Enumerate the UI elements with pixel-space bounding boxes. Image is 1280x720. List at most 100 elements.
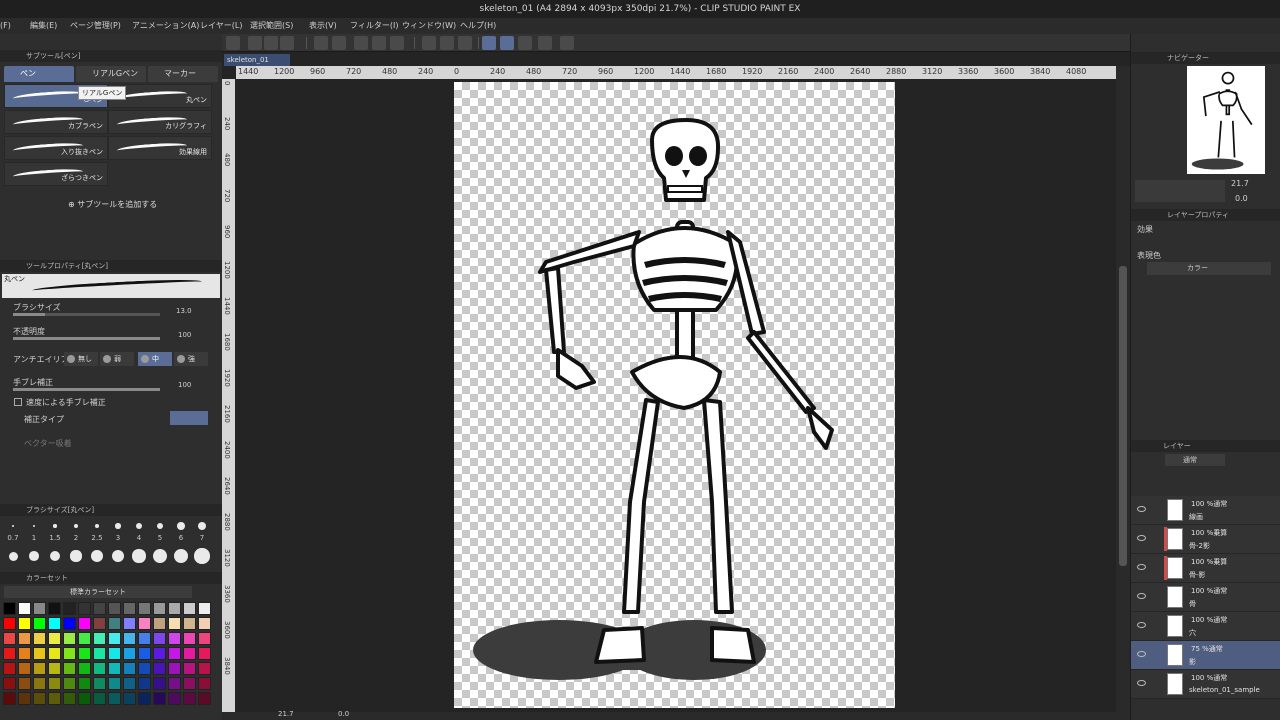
color-swatch[interactable] (93, 632, 106, 645)
settings-icon[interactable] (538, 36, 552, 50)
color-swatch[interactable] (93, 662, 106, 675)
brush-size-preset-label[interactable]: 5 (150, 534, 170, 542)
color-swatch[interactable] (108, 662, 121, 675)
zoom-status[interactable]: 21.7 (278, 710, 294, 718)
color-swatch[interactable] (33, 632, 46, 645)
transform-icon[interactable] (390, 36, 404, 50)
color-swatch[interactable] (123, 602, 136, 615)
visibility-eye-icon[interactable] (1137, 622, 1146, 628)
color-swatch[interactable] (63, 677, 76, 690)
antialias-weak[interactable]: 弱 (100, 352, 134, 366)
color-swatch[interactable] (138, 677, 151, 690)
brush-size-preset-label[interactable]: 2.5 (87, 534, 107, 542)
color-swatch[interactable] (153, 632, 166, 645)
color-swatch[interactable] (78, 692, 91, 705)
color-swatch[interactable] (18, 647, 31, 660)
brush-size-value[interactable]: 13.0 (176, 307, 192, 315)
brush-size-preset-dot[interactable] (177, 522, 185, 530)
menu-item-3[interactable]: アニメーション(A) (132, 18, 199, 34)
blend-mode-select[interactable]: 通常 (1165, 454, 1225, 466)
color-swatch[interactable] (138, 647, 151, 660)
color-swatch[interactable] (138, 632, 151, 645)
color-swatch[interactable] (198, 647, 211, 660)
color-swatch[interactable] (63, 602, 76, 615)
color-swatch[interactable] (183, 692, 196, 705)
snap-grid-icon[interactable] (518, 36, 532, 50)
brush-size-preset-dot[interactable] (173, 548, 189, 564)
brush-size-preset-dot[interactable] (32, 524, 36, 528)
color-swatch[interactable] (33, 677, 46, 690)
stabilization-value[interactable]: 100 (178, 381, 191, 389)
antialias-strong[interactable]: 強 (174, 352, 208, 366)
color-swatch[interactable] (183, 647, 196, 660)
clear-icon[interactable] (354, 36, 368, 50)
deselect-icon[interactable] (440, 36, 454, 50)
color-swatch[interactable] (168, 617, 181, 630)
layer-row[interactable]: 100 %通常 線画 (1131, 496, 1280, 525)
color-swatch[interactable] (93, 677, 106, 690)
color-swatch[interactable] (183, 677, 196, 690)
color-swatch[interactable] (168, 602, 181, 615)
menu-item-9[interactable]: ヘルプ(H) (460, 18, 496, 34)
brush-size-preset-label[interactable]: 3 (108, 534, 128, 542)
brush-size-preset-dot[interactable] (111, 549, 125, 563)
color-swatch[interactable] (183, 632, 196, 645)
color-swatch[interactable] (198, 692, 211, 705)
color-swatch[interactable] (93, 602, 106, 615)
color-swatch[interactable] (78, 662, 91, 675)
color-swatch[interactable] (48, 647, 61, 660)
brush-size-preset-label[interactable]: 6 (171, 534, 191, 542)
color-swatch[interactable] (198, 662, 211, 675)
brush-calligraphy[interactable]: カリグラフィ (108, 110, 212, 134)
tab-pen[interactable]: ペン (4, 66, 74, 82)
menu-item-2[interactable]: ページ管理(P) (70, 18, 121, 34)
color-swatch[interactable] (93, 692, 106, 705)
color-swatch[interactable] (123, 677, 136, 690)
brush-size-slider[interactable] (13, 313, 160, 316)
color-swatch[interactable] (198, 602, 211, 615)
color-swatch[interactable] (33, 602, 46, 615)
color-swatch[interactable] (78, 602, 91, 615)
color-swatch[interactable] (183, 602, 196, 615)
add-subtool-link[interactable]: ⊕ サブツールを追加する (68, 199, 157, 210)
brush-size-preset-dot[interactable] (70, 550, 82, 562)
color-swatch[interactable] (48, 632, 61, 645)
color-swatch[interactable] (18, 632, 31, 645)
color-swatch[interactable] (108, 677, 121, 690)
color-swatch[interactable] (63, 647, 76, 660)
color-swatch[interactable] (48, 602, 61, 615)
color-swatch[interactable] (93, 647, 106, 660)
brush-size-preset-dot[interactable] (12, 525, 14, 527)
navigator-preview[interactable] (1187, 66, 1265, 174)
correction-type-select[interactable] (170, 411, 208, 425)
opacity-value[interactable]: 100 (178, 331, 191, 339)
redo-icon[interactable] (332, 36, 346, 50)
color-swatch[interactable] (48, 692, 61, 705)
color-swatch[interactable] (78, 677, 91, 690)
brush-size-preset-dot[interactable] (132, 549, 146, 563)
color-swatch[interactable] (138, 692, 151, 705)
color-swatch[interactable] (78, 617, 91, 630)
expression-select[interactable]: カラー (1147, 262, 1271, 275)
brush-size-preset-label[interactable]: 0.7 (3, 534, 23, 542)
brush-size-preset-dot[interactable] (94, 523, 100, 529)
snap-ruler-icon[interactable] (482, 36, 496, 50)
document-tab[interactable]: skeleton_01 (224, 54, 290, 66)
color-swatch[interactable] (3, 677, 16, 690)
brush-size-preset-label[interactable]: 4 (129, 534, 149, 542)
tab-real-g-pen[interactable]: リアルGペン (76, 66, 146, 82)
color-swatch[interactable] (153, 662, 166, 675)
layer-row[interactable]: 100 %乗算 骨-2影 (1131, 525, 1280, 554)
canvas[interactable] (454, 82, 895, 708)
colorset-select[interactable]: 標準カラーセット (4, 586, 192, 598)
brush-size-preset-dot[interactable] (135, 522, 143, 530)
menu-item-0[interactable]: (F) (0, 18, 11, 34)
color-swatch[interactable] (153, 617, 166, 630)
color-swatch[interactable] (63, 617, 76, 630)
color-swatch[interactable] (168, 662, 181, 675)
opacity-slider[interactable] (13, 337, 160, 340)
color-swatch[interactable] (3, 617, 16, 630)
color-swatch[interactable] (63, 632, 76, 645)
brush-size-preset-dot[interactable] (156, 522, 164, 530)
color-swatch[interactable] (63, 662, 76, 675)
